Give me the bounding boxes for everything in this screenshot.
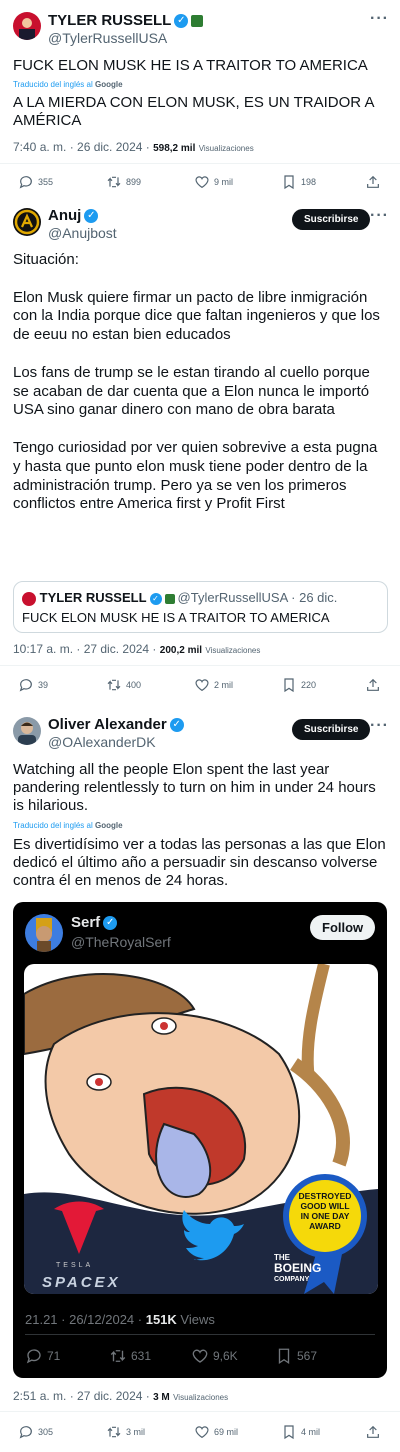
share-icon (367, 175, 379, 188)
quote-text: FUCK ELON MUSK HE IS A TRAITOR TO AMERIC… (22, 610, 330, 625)
verified-badge-icon: ✓ (103, 915, 118, 930)
share-icon (367, 678, 379, 691)
tweet-1: TYLER RUSSELL ✓ @TylerRussellUSA ··· FUCK… (0, 0, 400, 200)
embedded-author-handle: @TheRoyalSerf (71, 934, 171, 950)
divider (0, 1411, 400, 1412)
share-button[interactable] (365, 677, 381, 693)
meme-illustration (24, 964, 378, 1294)
divider (0, 163, 400, 164)
affiliation-icon (164, 593, 175, 604)
tweet-meta: 10:17 a. m. · 27 dic. 2024 · 200,2 mil V… (13, 642, 261, 656)
avatar[interactable] (13, 208, 41, 236)
tweet-meta: 7:40 a. m. · 26 dic. 2024 · 598,2 mil Vi… (13, 140, 254, 154)
reply-icon (19, 1426, 32, 1439)
tweet-translation: A LA MIERDA CON ELON MUSK, ES UN TRAIDOR… (13, 94, 377, 129)
author-name[interactable]: TYLER RUSSELL (48, 12, 171, 29)
bookmark-icon (278, 1348, 290, 1365)
tweet-text: Watching all the people Elon spent the l… (13, 761, 380, 814)
embedded-meta: 21.21 · 26/12/2024 · 151K Views (25, 1312, 215, 1327)
retweet-icon (107, 1426, 121, 1438)
reply-button[interactable]: 39 (18, 677, 48, 693)
translation-note[interactable]: Traducido del inglés al Google (13, 80, 123, 89)
tweet-text: FUCK ELON MUSK HE IS A TRAITOR TO AMERIC… (13, 57, 368, 74)
embedded-author-name: Serf (71, 914, 101, 931)
award-label: DESTROYED GOOD WILL IN ONE DAY AWARD (298, 1191, 352, 1231)
retweet-icon (110, 1350, 126, 1362)
retweet-button[interactable]: 3 mil (106, 1424, 145, 1440)
avatar[interactable] (13, 717, 41, 745)
like-button[interactable]: 69 mil (194, 1424, 238, 1440)
share-button[interactable] (365, 174, 381, 190)
quote-author-name: TYLER RUSSELL (39, 590, 147, 605)
bookmark-button[interactable]: 220 (281, 677, 316, 693)
embedded-like-button[interactable]: 9,6K (191, 1347, 238, 1365)
bookmark-button[interactable]: 4 mil (281, 1424, 320, 1440)
brand-tesla-label: TESLA (56, 1262, 94, 1269)
author-name[interactable]: Oliver Alexander (48, 716, 167, 733)
retweet-button[interactable]: 400 (106, 677, 141, 693)
reply-icon (26, 1349, 41, 1364)
more-options-icon[interactable]: ··· (370, 207, 389, 225)
bookmark-icon (284, 1425, 294, 1440)
heart-icon (195, 176, 209, 189)
quote-author-handle: @TylerRussellUSA · 26 dic. (177, 590, 338, 605)
quoted-tweet[interactable]: TYLER RUSSELL ✓ @TylerRussellUSA · 26 dic.… (13, 581, 388, 633)
quote-avatar (22, 591, 36, 606)
reply-icon (19, 679, 32, 692)
subscribe-button[interactable]: Suscribirse (292, 719, 371, 740)
reply-icon (19, 176, 32, 189)
reply-button[interactable]: 305 (18, 1424, 53, 1440)
verified-badge-icon: ✓ (84, 208, 99, 223)
tweet-text: Situación: Elon Musk quiere firmar un pa… (13, 251, 380, 513)
heart-icon (195, 679, 209, 692)
bookmark-icon (284, 678, 294, 693)
author-handle[interactable]: @OAlexanderDK (48, 734, 156, 750)
retweet-button[interactable]: 899 (106, 174, 141, 190)
more-options-icon[interactable]: ··· (370, 717, 389, 735)
embedded-reply-button[interactable]: 71 (25, 1347, 60, 1365)
subscribe-button[interactable]: Suscribirse (292, 209, 371, 230)
embedded-tweet-card[interactable]: Serf ✓ @TheRoyalSerf Follow TESLA SPACEX… (13, 902, 387, 1378)
brand-boeing-label: THE BOEING COMPANY (274, 1253, 322, 1283)
tweet-3: Oliver Alexander ✓ @OAlexanderDK Suscribi… (0, 705, 400, 1452)
translation-note[interactable]: Traducido del inglés al Google (13, 821, 123, 830)
divider (25, 1334, 375, 1335)
bookmark-icon (284, 175, 294, 190)
author-handle[interactable]: @Anujbost (48, 225, 117, 241)
like-button[interactable]: 9 mil (194, 174, 233, 190)
heart-icon (192, 1349, 208, 1363)
share-icon (367, 1425, 379, 1438)
retweet-icon (107, 679, 121, 691)
divider (0, 665, 400, 666)
avatar[interactable] (13, 12, 41, 40)
embedded-avatar (25, 914, 63, 952)
share-button[interactable] (365, 1424, 381, 1440)
verified-badge-icon: ✓ (169, 717, 184, 732)
bookmark-button[interactable]: 198 (281, 174, 316, 190)
retweet-icon (107, 176, 121, 188)
embedded-retweet-button[interactable]: 631 (109, 1347, 151, 1365)
brand-spacex-label: SPACEX (42, 1274, 121, 1291)
heart-icon (195, 1426, 209, 1439)
tweet-2: Anuj ✓ @Anujbost Suscribirse ··· Situació… (0, 200, 400, 705)
tweet-translation: Es divertidísimo ver a todas las persona… (13, 836, 390, 889)
author-name[interactable]: Anuj (48, 207, 81, 224)
reply-button[interactable]: 355 (18, 174, 53, 190)
like-button[interactable]: 2 mil (194, 677, 233, 693)
verified-badge-icon: ✓ (149, 592, 162, 605)
embedded-image[interactable]: TESLA SPACEX THE BOEING COMPANY DESTROYE… (24, 964, 378, 1294)
tweet-meta: 2:51 a. m. · 27 dic. 2024 · 3 M Visualiz… (13, 1389, 229, 1403)
more-options-icon[interactable]: ··· (370, 10, 389, 28)
verified-badge-icon: ✓ (174, 13, 189, 28)
follow-button[interactable]: Follow (310, 915, 376, 940)
author-handle[interactable]: @TylerRussellUSA (48, 30, 167, 46)
affiliation-icon (191, 14, 204, 27)
embedded-bookmark-button[interactable]: 567 (275, 1347, 317, 1365)
